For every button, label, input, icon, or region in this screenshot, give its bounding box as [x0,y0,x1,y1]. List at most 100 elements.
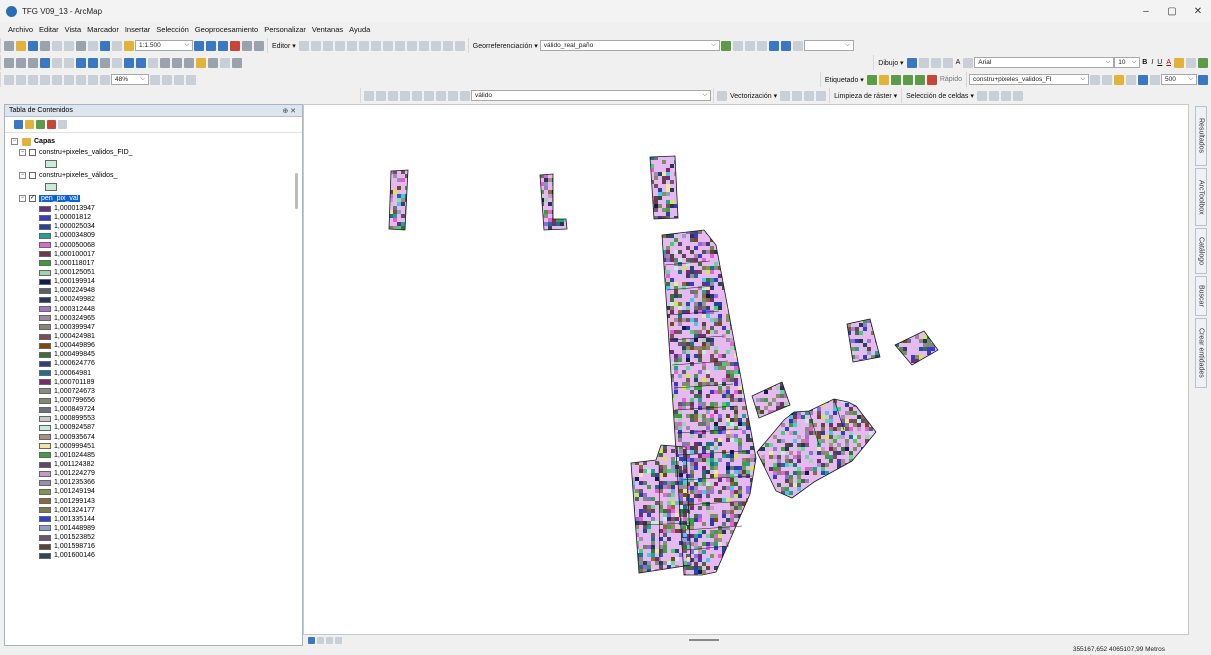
new-document-icon[interactable] [4,40,14,51]
legend-swatch[interactable] [39,424,51,431]
legend-swatch[interactable] [39,552,51,559]
layout-back-icon[interactable] [88,74,98,85]
fixed-zoom-out-icon[interactable] [64,57,74,68]
georef-tool-3-icon[interactable] [744,40,755,51]
identify-icon[interactable] [136,57,146,68]
font-name-combo[interactable]: Arial [974,57,1115,68]
redo-icon[interactable] [112,40,122,51]
legend-swatch[interactable] [39,360,51,367]
create-viewer-icon[interactable] [232,57,242,68]
font-color-button[interactable]: A [1166,59,1171,66]
undo-icon[interactable] [100,40,110,51]
menu-geoprocesamiento[interactable]: Geoprocesamiento [195,25,258,34]
toc-pin-close[interactable]: ⊕ ✕ [282,107,296,115]
cell-select-1-icon[interactable] [976,90,987,101]
label-manager-icon[interactable] [866,74,877,85]
zoom-whole-page-icon[interactable] [930,57,941,68]
open-folder-icon[interactable] [16,40,26,51]
menu-vista[interactable]: Vista [65,25,82,34]
legend-item[interactable]: 1,000399947 [11,323,302,332]
menu-personalizar[interactable]: Personalizar [264,25,306,34]
legend-item[interactable]: 1,001235366 [11,478,302,487]
toc-window-icon[interactable] [206,40,216,51]
legend-swatch[interactable] [39,498,51,505]
legend-swatch[interactable] [39,507,51,514]
zoom-100-icon[interactable] [40,74,50,85]
collapse-icon[interactable]: − [19,172,26,179]
clear-selection-icon[interactable] [112,57,122,68]
cell-select-2-icon[interactable] [988,90,999,101]
delete-icon[interactable] [88,40,98,51]
legend-item[interactable]: 1,001598716 [11,542,302,551]
paste-icon[interactable] [76,40,86,51]
legend-item[interactable]: 1,001299143 [11,497,302,506]
attributes-icon[interactable] [430,40,441,51]
legend-swatch[interactable] [39,251,51,258]
layer-visibility-checkbox[interactable]: ✓ [29,195,36,202]
legend-item[interactable]: 1,000249982 [11,295,302,304]
cell-select-4-icon[interactable] [1012,90,1023,101]
view-link-table-icon[interactable] [768,40,779,51]
change-layout-icon[interactable] [174,74,184,85]
back-extent-icon[interactable] [76,57,86,68]
toc-scrollbar[interactable] [295,173,298,209]
layout-whole-page-icon[interactable] [76,74,86,85]
legend-swatch[interactable] [39,205,51,212]
measure-icon[interactable] [172,57,182,68]
create-features-icon[interactable] [454,40,465,51]
legend-swatch[interactable] [39,232,51,239]
point-icon[interactable] [358,40,369,51]
angle-tool-icon[interactable] [424,90,434,101]
toc-layer-2[interactable]: − constru+pixeles_válidos_ [11,170,302,181]
legend-item[interactable]: 1,000312448 [11,305,302,314]
legend-swatch[interactable] [39,306,51,313]
lock-labels-icon[interactable] [878,74,889,85]
quick-label-mode[interactable]: Rápido [940,76,962,83]
georef-layer-combo[interactable]: válido_real_paño [539,40,720,51]
split-line-icon[interactable] [436,90,446,101]
menu-insertar[interactable]: Insertar [125,25,150,34]
swipe-icon[interactable] [1138,74,1148,85]
layout-pan-icon[interactable] [28,74,38,85]
editor-menu[interactable]: Editor ▾ [272,42,296,50]
layout-zoom-in-icon[interactable] [4,74,14,85]
bold-button[interactable]: B [1142,59,1147,66]
cogo-tool-icon[interactable] [388,90,398,101]
minimize-button[interactable]: – [1133,0,1159,22]
legend-swatch[interactable] [39,461,51,468]
time-slider-icon[interactable] [220,57,230,68]
legend-swatch[interactable] [39,296,51,303]
add-data-icon[interactable] [124,40,134,51]
legend-swatch[interactable] [39,443,51,450]
go-to-xy-icon[interactable] [208,57,218,68]
close-button[interactable]: ✕ [1185,0,1211,22]
dock-tab-buscar[interactable]: Buscar [1195,276,1207,316]
split-tool-icon[interactable] [406,40,417,51]
label-priority-icon[interactable] [914,74,925,85]
georef-table-icon[interactable] [780,40,791,51]
pause-drawing-icon[interactable] [335,637,342,644]
legend-item[interactable]: 1,000701189 [11,378,302,387]
layer-symbol-swatch[interactable] [45,160,57,168]
toc-layer-1[interactable]: − constru+pixeles_validos_FID_ [11,147,302,158]
zoom-in-icon[interactable] [4,57,14,68]
pan-icon[interactable] [28,57,38,68]
dock-tab-crear-entidades[interactable]: Crear entidades [1195,318,1207,388]
layer-visibility-checkbox[interactable] [29,172,36,179]
proportion-icon[interactable] [460,90,470,101]
legend-item[interactable]: 1,001523852 [11,533,302,542]
trace-icon[interactable] [346,40,357,51]
legend-item[interactable]: 1,000724673 [11,387,302,396]
list-by-source-icon[interactable] [25,120,34,129]
vectorization-settings-icon[interactable] [717,90,727,101]
edit-annotation-icon[interactable] [310,40,321,51]
view-unplaced-labels-icon[interactable] [902,74,913,85]
forward-extent-icon[interactable] [88,57,98,68]
collapse-icon[interactable]: − [19,149,26,156]
modelbuilder-icon[interactable] [254,40,264,51]
python-window-icon[interactable] [242,40,252,51]
legend-item[interactable]: 1,000199914 [11,277,302,286]
legend-item[interactable]: 1,001335144 [11,515,302,524]
histogram-icon[interactable] [1114,74,1124,85]
data-driven-pages-icon[interactable] [186,74,196,85]
